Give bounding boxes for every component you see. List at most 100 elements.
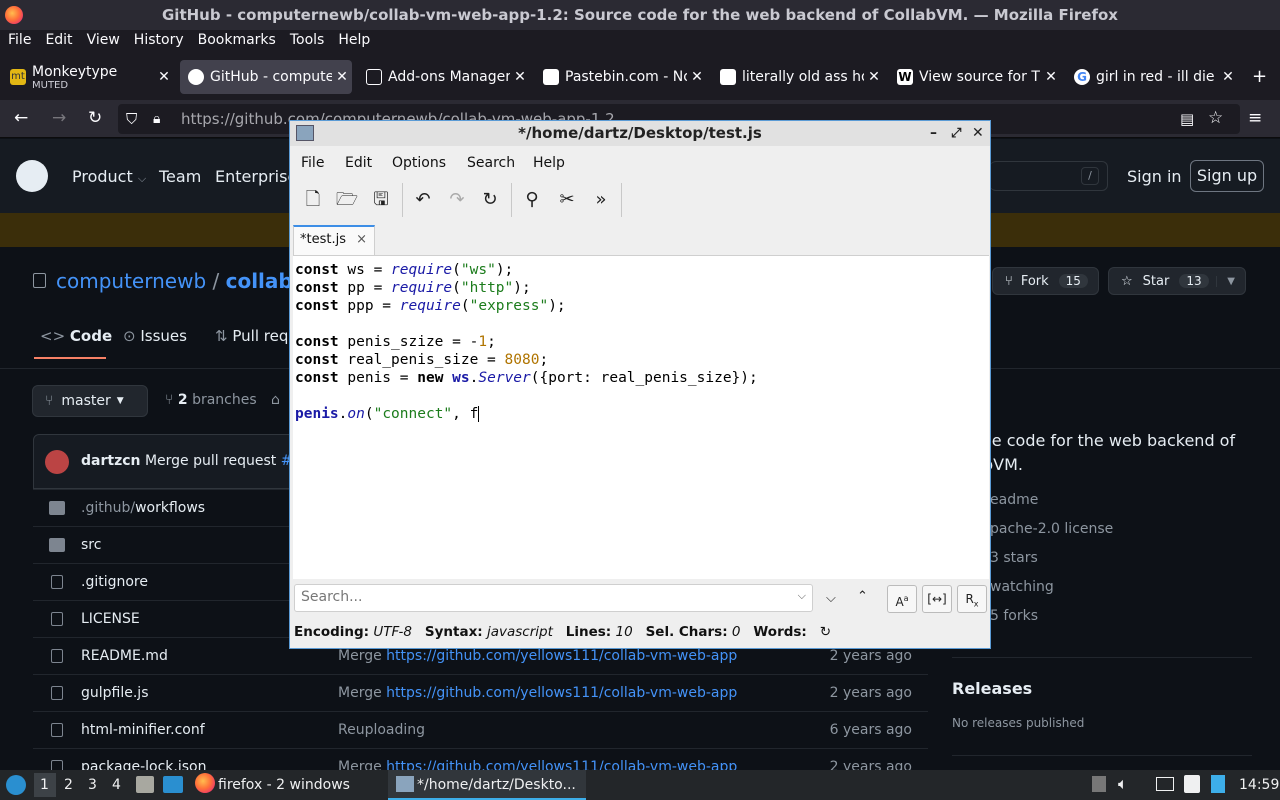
open-folder-icon[interactable]: 🗁 — [335, 188, 359, 212]
tag-icon[interactable]: ⌂ — [271, 392, 280, 408]
close-icon[interactable]: ✕ — [687, 69, 707, 85]
file-name[interactable]: .gitignore — [81, 574, 148, 590]
tab-code[interactable]: <> Code — [40, 327, 112, 345]
start-menu-icon[interactable] — [6, 775, 26, 795]
workspace-3[interactable]: 3 — [88, 777, 97, 793]
reload-button[interactable]: ↻ — [88, 108, 102, 128]
fork-button[interactable]: ⑂ Fork 15 — [992, 267, 1099, 295]
clipboard-icon[interactable] — [1184, 775, 1200, 793]
tab-girl-in-red[interactable]: G girl in red - ill die ✕ — [1066, 60, 1238, 94]
tab-literally[interactable]: literally old ass ho ✕ — [712, 60, 884, 94]
nav-team[interactable]: Team — [159, 167, 201, 186]
editor-menu-search[interactable]: Search — [467, 155, 515, 171]
search-icon[interactable]: ⚲ — [520, 188, 544, 212]
editor-menu-file[interactable]: File — [301, 155, 324, 171]
menu-file[interactable]: File — [8, 30, 31, 48]
chevron-down-icon[interactable]: ⌵ — [798, 589, 806, 603]
close-icon[interactable]: ✕ — [864, 69, 884, 85]
close-icon[interactable]: ✕ — [1041, 69, 1061, 85]
regex-button[interactable]: Rx — [957, 585, 987, 613]
search-input[interactable]: Search... ⌵ — [294, 584, 813, 612]
keyboard-icon[interactable] — [1156, 777, 1174, 791]
redo-icon[interactable]: ↷ — [445, 188, 469, 212]
clock[interactable]: 14:59 — [1239, 777, 1279, 793]
file-row[interactable]: html-minifier.conf Reuploading 6 years ago — [33, 711, 928, 748]
menu-bookmarks[interactable]: Bookmarks — [198, 30, 276, 48]
file-name[interactable]: LICENSE — [81, 611, 140, 627]
file-name[interactable]: README.md — [81, 648, 168, 664]
search-next-icon[interactable]: ⌵ — [826, 591, 836, 606]
tab-pull-requests[interactable]: ⇅ Pull req — [215, 327, 288, 345]
branch-select[interactable]: ⑂ master ▼ — [32, 385, 148, 417]
editor-tab-test-js[interactable]: *test.js × — [293, 225, 375, 255]
editor-menu-help[interactable]: Help — [533, 155, 565, 171]
lock-icon[interactable]: 🔒︎ — [153, 111, 160, 127]
commit-message[interactable]: Merge pull request — [145, 453, 276, 469]
editor-title-bar[interactable]: */home/dartz/Desktop/test.js – ⤢ ✕ — [290, 121, 990, 146]
new-file-icon[interactable]: 🗋 — [301, 188, 325, 212]
match-case-button[interactable]: Aa — [887, 585, 917, 613]
refresh-icon[interactable]: ↻ — [820, 624, 831, 640]
chevron-down-icon[interactable]: ▼ — [1216, 275, 1245, 287]
search-prev-icon[interactable]: ⌃ — [857, 589, 868, 604]
reader-view-icon[interactable]: ▤ — [1180, 110, 1194, 128]
releases-title[interactable]: Releases — [952, 679, 1032, 698]
tab-pastebin[interactable]: Pastebin.com - No ✕ — [535, 60, 707, 94]
close-icon[interactable]: ✕ — [154, 69, 174, 85]
file-row[interactable]: package-lock.json Merge https://github.co… — [33, 748, 928, 770]
file-name[interactable]: gulpfile.js — [81, 685, 149, 701]
tab-addons[interactable]: Add-ons Manager ✕ — [358, 60, 530, 94]
file-manager-icon[interactable] — [136, 776, 154, 793]
firefox-task[interactable]: firefox - 2 windows — [218, 777, 350, 793]
close-icon[interactable]: × — [356, 232, 367, 247]
avatar[interactable] — [45, 450, 69, 474]
file-commit-link[interactable]: https://github.com/yellows111/collab-vm-… — [386, 759, 737, 770]
star-button[interactable]: ☆ Star 13 ▼ — [1108, 267, 1246, 295]
shield-icon[interactable]: ⛉ — [126, 110, 137, 128]
file-commit-message[interactable]: Reuploading — [338, 722, 425, 738]
menu-edit[interactable]: Edit — [45, 30, 72, 48]
go-to-icon[interactable]: » — [589, 188, 613, 212]
maximize-icon[interactable]: ⤢ — [951, 121, 961, 146]
tab-github[interactable]: GitHub - compute ✕ — [180, 60, 352, 94]
workspace-2[interactable]: 2 — [64, 777, 73, 793]
undo-icon[interactable]: ↶ — [411, 188, 435, 212]
file-name[interactable]: package-lock.json — [81, 759, 207, 770]
menu-help[interactable]: Help — [338, 30, 370, 48]
trash-icon[interactable] — [1092, 776, 1106, 792]
workspace-4[interactable]: 4 — [112, 777, 121, 793]
hamburger-menu-icon[interactable]: ≡ — [1248, 108, 1262, 128]
minimize-icon[interactable]: – — [930, 121, 937, 146]
about-watching[interactable]: watching — [990, 579, 1054, 595]
tab-issues[interactable]: ⊙ Issues — [123, 327, 187, 345]
bookmark-star-icon[interactable]: ☆ — [1208, 108, 1223, 128]
about-readme[interactable]: eadme — [990, 492, 1038, 508]
about-forks[interactable]: 5 forks — [990, 608, 1038, 624]
commit-author[interactable]: dartzcn — [81, 453, 140, 469]
reload-icon[interactable]: ↻ — [478, 188, 502, 212]
editor-menu-edit[interactable]: Edit — [345, 155, 372, 171]
workspace-1[interactable]: 1 — [40, 777, 49, 793]
menu-view[interactable]: View — [87, 30, 120, 48]
repo-owner-link[interactable]: computernewb — [56, 269, 206, 293]
volume-icon[interactable]: 🔈︎ — [1118, 774, 1128, 794]
forward-button[interactable]: → — [52, 108, 66, 128]
about-stars[interactable]: 3 stars — [990, 550, 1038, 566]
nav-enterprise[interactable]: Enterprise — [215, 167, 297, 186]
file-name[interactable]: src — [81, 537, 101, 553]
file-row[interactable]: gulpfile.js Merge https://github.com/yell… — [33, 674, 928, 711]
branches-link[interactable]: ⑂ 2 branches — [165, 392, 257, 408]
tab-monkeytype[interactable]: mt Monkeytype MUTED ✕ — [2, 60, 174, 94]
file-commit-link[interactable]: https://github.com/yellows111/collab-vm-… — [386, 648, 737, 664]
editor-menu-options[interactable]: Options — [392, 155, 446, 171]
back-button[interactable]: ← — [14, 108, 28, 128]
save-icon[interactable]: 🖫 — [369, 188, 393, 212]
code-editor[interactable]: const ws = require("ws"); const pp = req… — [293, 255, 989, 579]
file-name[interactable]: html-minifier.conf — [81, 722, 205, 738]
file-name[interactable]: workflows — [135, 500, 205, 516]
nav-product[interactable]: Product ⌵ — [72, 167, 146, 186]
new-tab-button[interactable]: + — [1252, 66, 1267, 87]
search-replace-icon[interactable]: ✂ — [555, 188, 579, 212]
search-box[interactable]: / — [990, 161, 1108, 191]
menu-history[interactable]: History — [134, 30, 184, 48]
